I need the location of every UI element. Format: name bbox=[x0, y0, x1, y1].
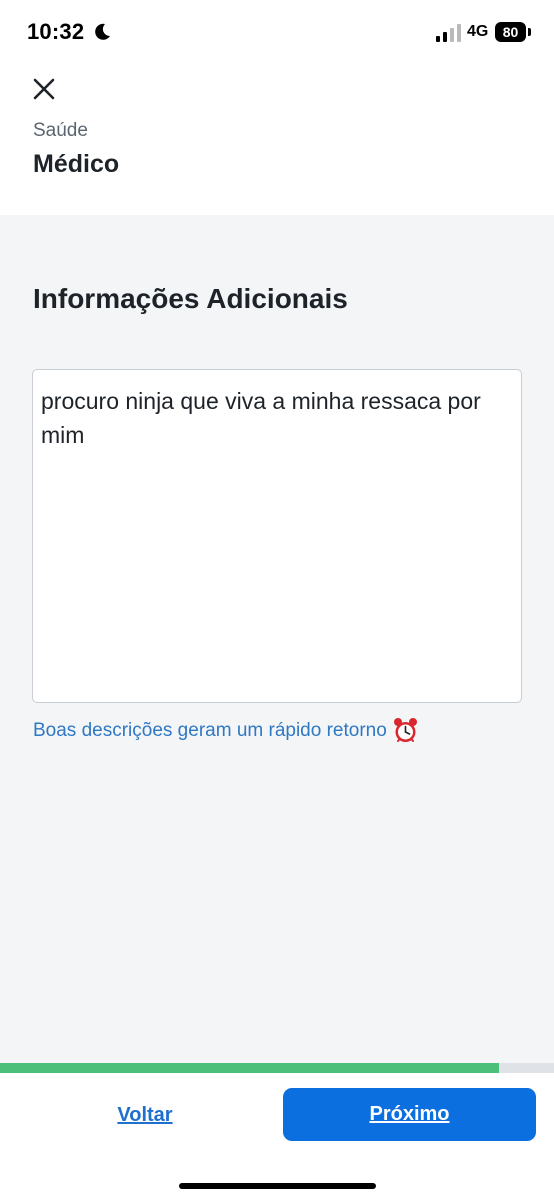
footer: Voltar Próximo bbox=[0, 1073, 554, 1200]
category-label: Saúde bbox=[33, 120, 88, 141]
progress-fill bbox=[0, 1063, 499, 1073]
alarm-clock-icon bbox=[393, 718, 417, 742]
back-button[interactable]: Voltar bbox=[85, 1093, 205, 1137]
signal-icon bbox=[436, 24, 461, 42]
hint-label: Boas descrições geram um rápido retorno bbox=[33, 719, 387, 741]
main-content: Informações Adicionais procuro ninja que… bbox=[0, 215, 554, 1063]
hint-text: Boas descrições geram um rápido retorno bbox=[33, 717, 419, 744]
service-title: Médico bbox=[33, 150, 120, 178]
moon-icon bbox=[95, 23, 110, 40]
app-screen: 10:32 4G 80 Saúde Médico Informações Adi… bbox=[0, 0, 554, 1200]
next-button[interactable]: Próximo bbox=[283, 1088, 536, 1141]
progress-bar bbox=[0, 1063, 554, 1073]
close-button[interactable] bbox=[28, 73, 60, 105]
battery-tip bbox=[528, 28, 531, 36]
header: Saúde Médico bbox=[0, 64, 554, 215]
section-title: Informações Adicionais bbox=[33, 283, 348, 314]
battery-indicator: 80 bbox=[495, 22, 526, 42]
description-textarea[interactable]: procuro ninja que viva a minha ressaca p… bbox=[32, 369, 522, 703]
status-time: 10:32 bbox=[27, 19, 85, 44]
status-bar: 10:32 4G 80 bbox=[0, 0, 554, 64]
network-label: 4G bbox=[467, 23, 489, 40]
close-icon bbox=[33, 78, 55, 100]
home-indicator bbox=[179, 1183, 376, 1189]
